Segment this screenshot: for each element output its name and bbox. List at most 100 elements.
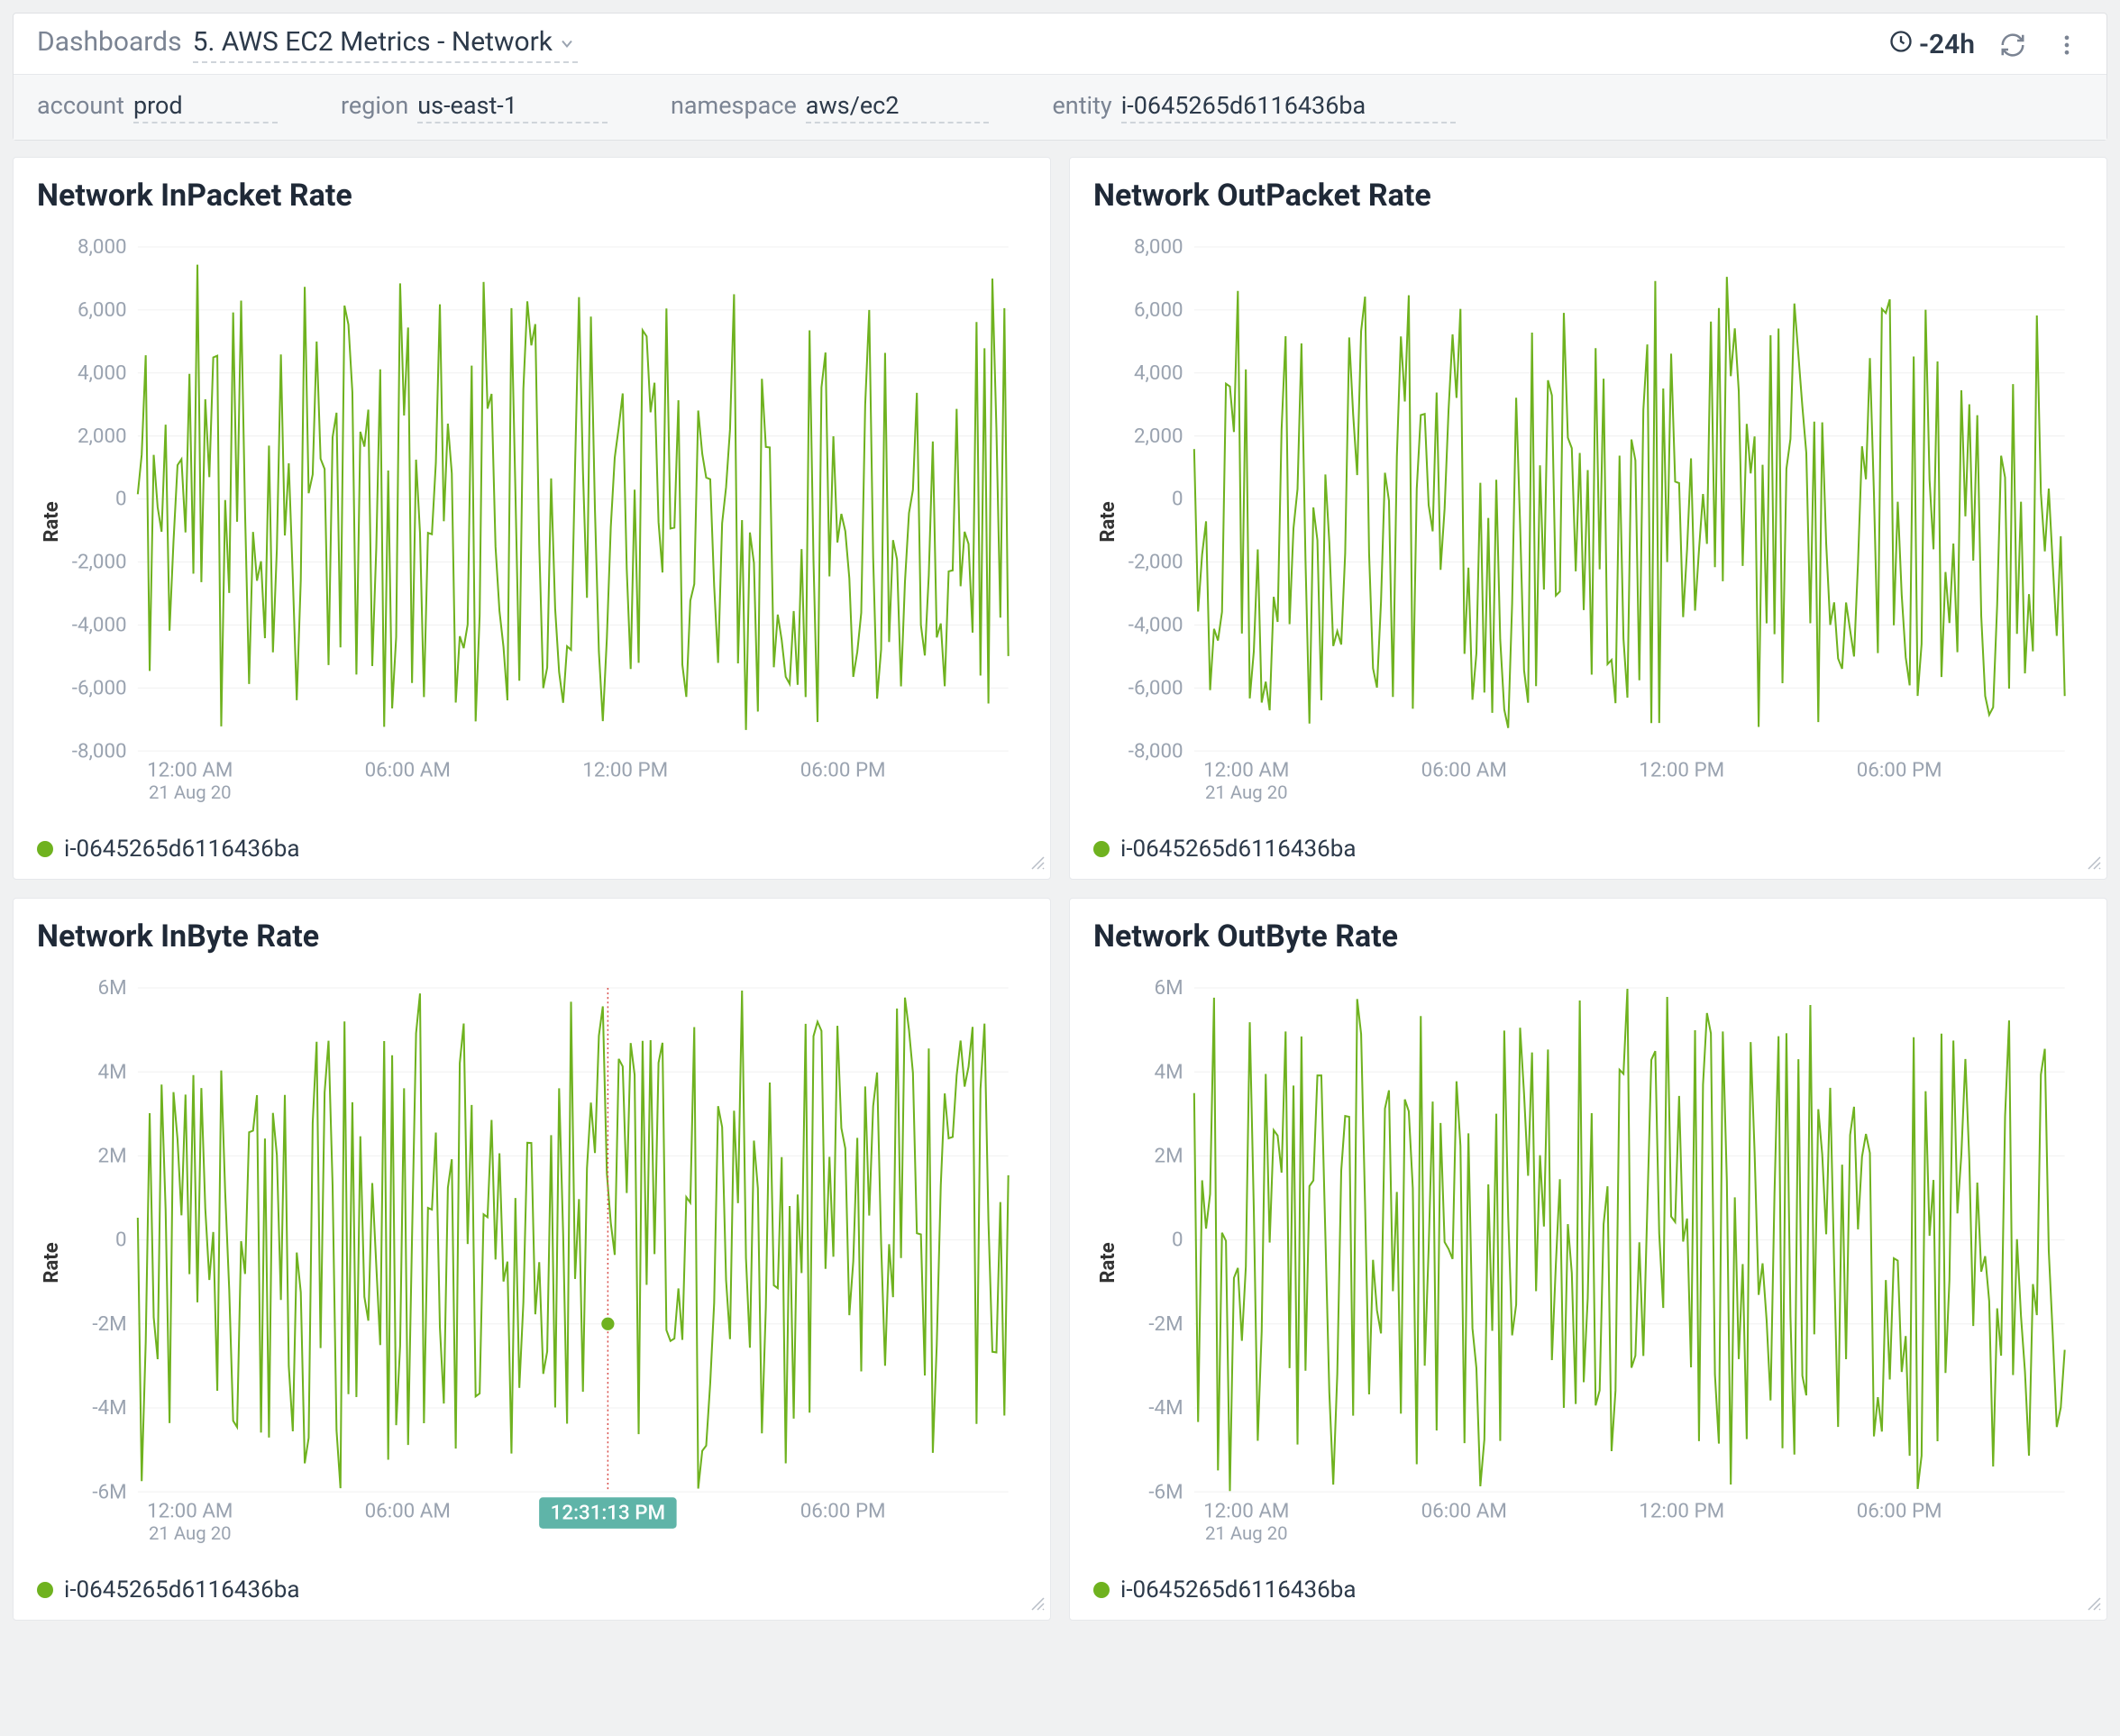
svg-text:06:00 PM: 06:00 PM [800,1500,886,1523]
chart-area[interactable]: Rate-6M-4M-2M02M4M6M12:00 AM21 Aug 2006:… [1093,965,2083,1560]
svg-text:-4M: -4M [92,1396,126,1420]
svg-text:06:00 AM: 06:00 AM [365,759,451,782]
panel-grid: Network InPacket Rate Rate -8,000 -6,000 -4,… [13,157,2107,1621]
header-card: Dashboards 5. AWS EC2 Metrics - Network … [13,13,2107,141]
refresh-button[interactable] [1997,29,2029,61]
chart-svg[interactable]: -6M-4M-2M02M4M6M12:00 AM21 Aug 2006:00 A… [1093,965,2083,1560]
filter-namespace[interactable]: namespace aws/ec2 [671,91,990,123]
time-range-value: -24h [1919,29,1975,60]
time-range-picker[interactable]: -24h [1888,29,1975,61]
resize-handle-icon[interactable] [1028,1594,1045,1614]
header-actions: -24h [1888,29,2083,61]
filter-entity[interactable]: entity i-0645265d6116436ba [1052,91,1456,123]
svg-text:06:00 AM: 06:00 AM [1421,1500,1507,1523]
svg-text:0: 0 [1172,488,1183,511]
legend-swatch [1093,841,1110,857]
resize-handle-icon[interactable] [1028,854,1045,873]
filter-region[interactable]: region us-east-1 [341,91,608,123]
svg-text:4,000: 4,000 [78,361,127,385]
series-line [1194,989,2065,1491]
filter-value: i-0645265d6116436ba [1121,91,1457,123]
resize-handle-icon[interactable] [2085,854,2101,873]
chart-area[interactable]: Rate -8,000 -6,000 -4,000 -2,000 0 2,000 4,000 6… [1093,224,2083,819]
svg-text:4M: 4M [98,1060,127,1083]
legend[interactable]: i-0645265d6116436ba [1093,836,2083,863]
chart-area[interactable]: Rate -8,000 -6,000 -4,000 -2,000 0 2,000 4,000 6… [37,224,1027,819]
breadcrumb-label[interactable]: Dashboards [37,26,182,58]
chart-svg[interactable]: -8,000 -6,000 -4,000 -2,000 0 2,000 4,000 6,000… [37,224,1027,819]
svg-text:4,000: 4,000 [1134,361,1183,385]
panel-in_packet: Network InPacket Rate Rate -8,000 -6,000 -4,… [13,157,1051,880]
filter-key: region [341,91,408,120]
svg-text:2,000: 2,000 [78,425,127,448]
svg-text:8,000: 8,000 [78,235,127,259]
svg-text:8,000: 8,000 [1134,235,1183,259]
svg-text:21 Aug 20: 21 Aug 20 [1205,781,1288,803]
panel-title: Network InPacket Rate [37,178,1027,214]
header-row: Dashboards 5. AWS EC2 Metrics - Network … [14,14,2106,74]
filter-key: account [37,91,124,120]
legend-label: i-0645265d6116436ba [1120,836,1357,863]
panel-in_byte: Network InByte RateRate-6M-4M-2M02M4M6M1… [13,898,1051,1621]
panel-out_packet: Network OutPacket Rate Rate -8,000 -6,000 -4… [1069,157,2107,880]
svg-text:-2,000: -2,000 [72,551,127,574]
svg-text:2M: 2M [98,1145,127,1168]
series-line [1194,277,2065,728]
svg-text:21 Aug 20: 21 Aug 20 [149,781,232,803]
legend-swatch [37,841,53,857]
svg-text:12:00 PM: 12:00 PM [1639,1500,1724,1523]
panel-title: Network OutPacket Rate [1093,178,2083,214]
svg-text:6M: 6M [98,976,127,1000]
legend[interactable]: i-0645265d6116436ba [1093,1576,2083,1604]
legend-swatch [1093,1582,1110,1598]
y-axis-label: Rate [1097,501,1119,542]
svg-text:-6,000: -6,000 [72,676,127,699]
svg-text:-4,000: -4,000 [1129,613,1183,636]
filter-key: namespace [671,91,797,120]
panel-out_byte: Network OutByte RateRate-6M-4M-2M02M4M6M… [1069,898,2107,1621]
svg-text:-2,000: -2,000 [1129,551,1183,574]
svg-text:-2M: -2M [1148,1312,1183,1336]
svg-text:0: 0 [115,1229,127,1252]
legend-label: i-0645265d6116436ba [1120,1576,1357,1604]
legend[interactable]: i-0645265d6116436ba [37,836,1027,863]
svg-text:6,000: 6,000 [1134,298,1183,322]
legend-label: i-0645265d6116436ba [64,1576,300,1604]
svg-text:-6M: -6M [1148,1480,1183,1503]
svg-text:-4M: -4M [1148,1396,1183,1420]
svg-text:0: 0 [1172,1229,1183,1252]
filter-key: entity [1052,91,1111,120]
svg-text:06:00 PM: 06:00 PM [1857,1500,1942,1523]
legend[interactable]: i-0645265d6116436ba [37,1576,1027,1604]
chevron-down-icon [558,28,576,59]
svg-text:-6M: -6M [92,1480,126,1503]
svg-text:12:00 AM: 12:00 AM [1203,1500,1289,1523]
svg-text:-4,000: -4,000 [72,613,127,636]
svg-text:-8,000: -8,000 [1129,739,1183,763]
y-axis-label: Rate [41,501,63,542]
chart-area[interactable]: Rate-6M-4M-2M02M4M6M12:00 AM21 Aug 2006:… [37,965,1027,1560]
svg-text:06:00 AM: 06:00 AM [365,1500,451,1523]
svg-text:-2M: -2M [92,1312,126,1336]
dashboard-title-dropdown[interactable]: 5. AWS EC2 Metrics - Network [193,26,578,63]
svg-text:-6,000: -6,000 [1129,676,1183,699]
chart-svg[interactable]: -8,000 -6,000 -4,000 -2,000 0 2,000 4,000 6,000… [1093,224,2083,819]
svg-text:06:00 PM: 06:00 PM [800,759,886,782]
panel-title: Network OutByte Rate [1093,918,2083,955]
dashboard-title-text: 5. AWS EC2 Metrics - Network [193,26,553,58]
filter-value: prod [133,91,278,123]
svg-text:12:00 PM: 12:00 PM [1639,759,1724,782]
svg-text:2,000: 2,000 [1134,425,1183,448]
svg-text:0: 0 [115,488,127,511]
svg-text:6,000: 6,000 [78,298,127,322]
resize-handle-icon[interactable] [2085,1594,2101,1614]
filter-value: us-east-1 [417,91,608,123]
chart-svg[interactable]: -6M-4M-2M02M4M6M12:00 AM21 Aug 2006:00 A… [37,965,1027,1560]
more-menu-button[interactable] [2051,29,2083,61]
breadcrumb: Dashboards 5. AWS EC2 Metrics - Network [37,26,578,63]
filter-value: aws/ec2 [806,91,990,123]
filter-account[interactable]: account prod [37,91,278,123]
svg-text:12:00 AM: 12:00 AM [147,759,233,782]
legend-label: i-0645265d6116436ba [64,836,300,863]
svg-text:-8,000: -8,000 [72,739,127,763]
